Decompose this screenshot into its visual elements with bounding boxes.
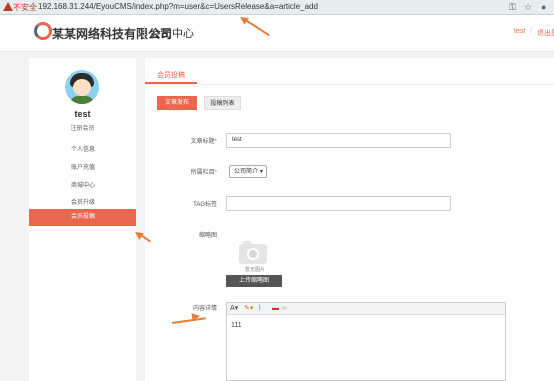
sidebar-item-shop[interactable]: 商城中心 <box>29 178 136 195</box>
upload-thumbnail-button[interactable]: 上传缩略图 <box>226 275 282 287</box>
user-role-label: 注册会员 <box>70 126 95 132</box>
sidebar-username: test <box>74 109 91 119</box>
tags-label: TAG标签 <box>193 202 217 208</box>
sidebar-item-profile[interactable]: 个人信息 <box>29 142 136 159</box>
url-text[interactable]: 192.168.31.244/EyouCMS/index.php?m=user&… <box>38 2 318 11</box>
submission-panel: 会员投稿 文章发布 投稿列表 文章标题* test 所属栏目* 公司简介 ▾ TA… <box>145 58 554 381</box>
member-sidebar: test 注册会员 个人信息 账户充值 商城中心 会员升级 会员投稿 <box>29 58 136 381</box>
tab-member-submission[interactable]: 会员投稿 <box>145 68 197 84</box>
sidebar-item-submission[interactable]: 会员投稿 <box>29 209 136 226</box>
column-select[interactable]: 公司简介 ▾ <box>229 165 267 178</box>
member-center-title: 会员中心 <box>150 28 194 40</box>
submission-list-button[interactable]: 投稿列表 <box>204 96 241 110</box>
title-label: 文章标题* <box>190 139 217 145</box>
title-input[interactable]: test <box>226 133 451 148</box>
header-separator: / <box>530 28 532 35</box>
avatar[interactable] <box>65 70 99 104</box>
logout-link[interactable]: 退出登 <box>537 28 554 38</box>
key-icon[interactable]: ⚿ <box>509 2 516 12</box>
company-logo-icon[interactable] <box>34 22 52 40</box>
url-separator <box>33 2 34 11</box>
site-header: 某某网络科技有限公司 会员中心 test / 退出登 <box>0 15 554 52</box>
header-user-link[interactable]: test <box>514 28 525 35</box>
panel-divider <box>145 84 554 85</box>
chevron-down-icon: ▾ <box>259 169 263 175</box>
editor-content[interactable]: 111 <box>231 322 242 329</box>
content-editor[interactable]: A▾ ✎▾ ⌇ ▬ ∞ 111 <box>226 302 506 381</box>
editor-toolbar: A▾ ✎▾ ⌇ ▬ ∞ <box>227 303 505 315</box>
column-label: 所属栏目* <box>190 170 217 176</box>
image-icon[interactable]: ▬ <box>272 304 279 314</box>
browser-address-bar[interactable]: 不安全 192.168.31.244/EyouCMS/index.php?m=u… <box>0 0 554 15</box>
tags-input[interactable] <box>226 196 451 211</box>
no-image-text: 暂无图片 <box>244 267 265 273</box>
highlight-icon[interactable]: ✎▾ <box>244 304 253 314</box>
font-icon[interactable]: A▾ <box>230 304 238 314</box>
publish-article-button[interactable]: 文章发布 <box>157 96 197 110</box>
header-divider <box>144 26 145 40</box>
user-circle-icon[interactable]: ● <box>541 2 546 12</box>
camera-icon <box>239 241 267 264</box>
content-label: 内容详情 <box>192 306 217 312</box>
link-icon[interactable]: ∞ <box>282 304 287 314</box>
star-icon[interactable]: ☆ <box>524 2 532 12</box>
warning-icon <box>3 2 13 11</box>
thumbnail-label: 缩略图 <box>198 233 217 239</box>
sidebar-item-recharge[interactable]: 账户充值 <box>29 160 136 177</box>
brush-icon[interactable]: ⌇ <box>258 304 261 314</box>
